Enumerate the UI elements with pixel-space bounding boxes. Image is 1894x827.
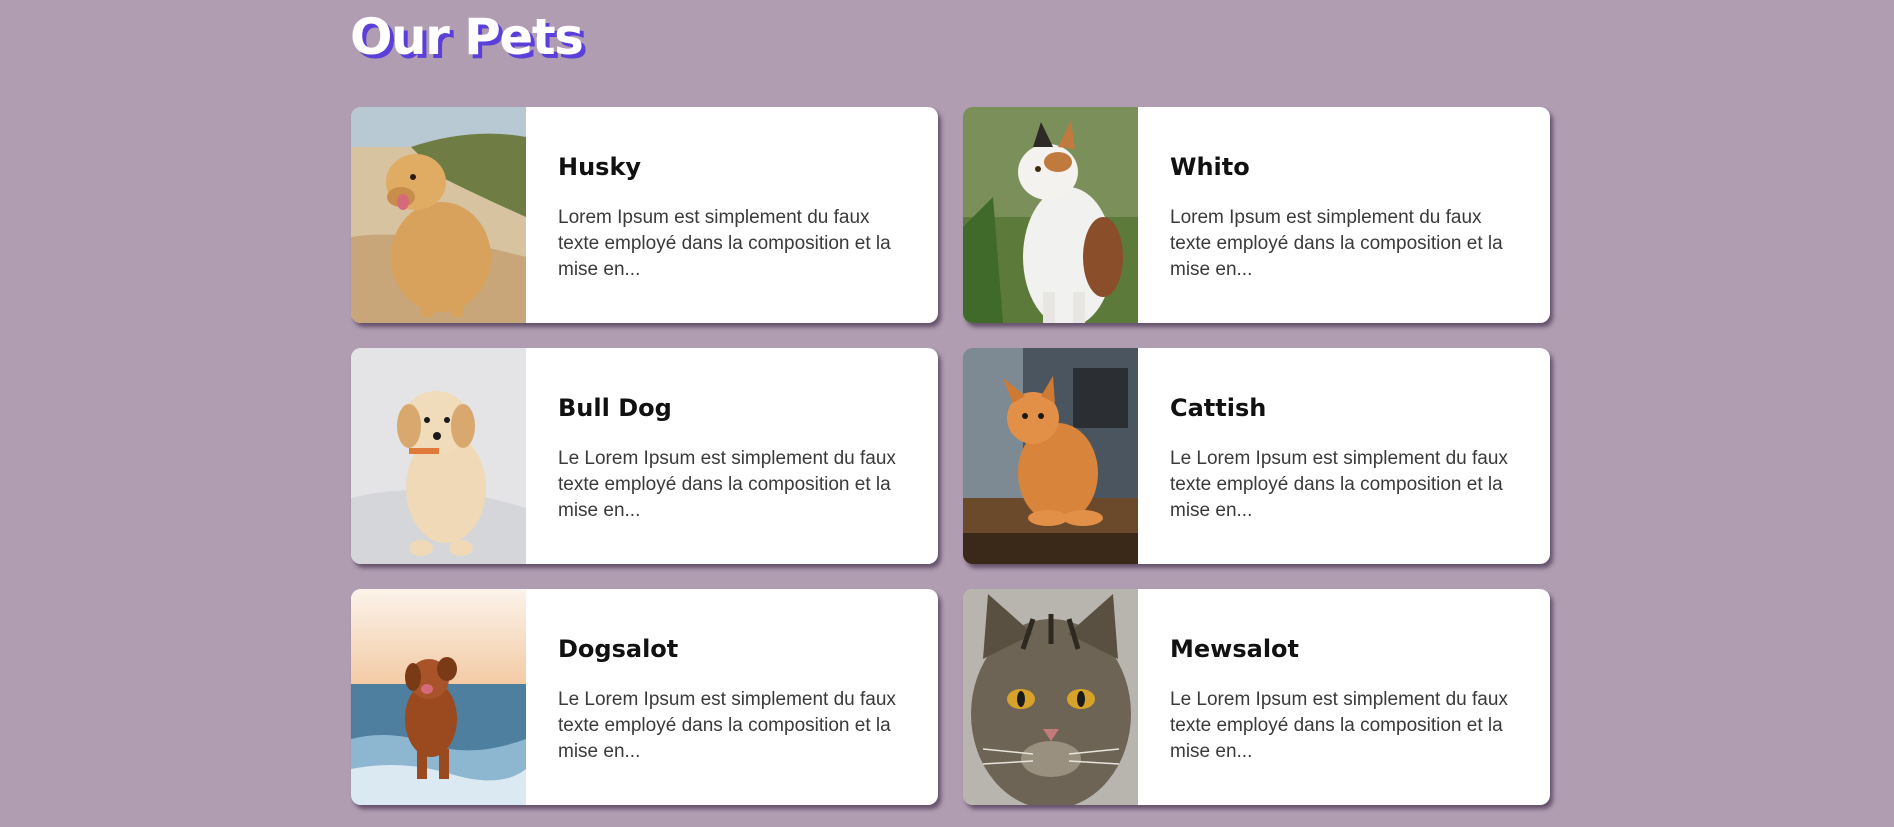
pet-name: Dogsalot — [558, 635, 679, 663]
pet-card-dogsalot[interactable]: Dogsalot Le Lorem Ipsum est simplement d… — [351, 589, 938, 805]
pet-card-body: Husky Lorem Ipsum est simplement du faux… — [526, 107, 938, 323]
fluffy-puppy-on-sheet-photo — [351, 348, 526, 564]
pet-photo — [351, 107, 526, 323]
pet-name: Husky — [558, 153, 642, 181]
pet-name: Cattish — [1170, 394, 1267, 422]
pet-description: Lorem Ipsum est simplement du faux texte… — [558, 207, 891, 280]
pet-card-bull-dog[interactable]: Bull Dog Le Lorem Ipsum est simplement d… — [351, 348, 938, 564]
pet-photo — [351, 589, 526, 805]
calico-cat-in-grass-photo — [963, 107, 1138, 323]
pet-card-husky[interactable]: Husky Lorem Ipsum est simplement du faux… — [351, 107, 938, 323]
pet-card-whito[interactable]: Whito Lorem Ipsum est simplement du faux… — [963, 107, 1550, 323]
pet-card-body: Mewsalot Le Lorem Ipsum est simplement d… — [1138, 589, 1550, 805]
pet-photo — [351, 348, 526, 564]
pet-description: Le Lorem Ipsum est simplement du faux te… — [558, 689, 896, 762]
page: Our Pets Husky Lorem Ipsum est simplemen… — [0, 0, 1894, 827]
pet-name: Whito — [1170, 153, 1250, 181]
pet-card-mewsalot[interactable]: Mewsalot Le Lorem Ipsum est simplement d… — [963, 589, 1550, 805]
pet-name: Mewsalot — [1170, 635, 1299, 663]
pet-card-body: Cattish Le Lorem Ipsum est simplement du… — [1138, 348, 1550, 564]
pet-description: Le Lorem Ipsum est simplement du faux te… — [1170, 448, 1508, 521]
pet-grid: Husky Lorem Ipsum est simplement du faux… — [351, 107, 1550, 805]
page-title: Our Pets — [350, 8, 584, 66]
pet-photo — [963, 348, 1138, 564]
pet-card-body: Dogsalot Le Lorem Ipsum est simplement d… — [526, 589, 938, 805]
pet-description: Le Lorem Ipsum est simplement du faux te… — [1170, 689, 1508, 762]
dog-running-in-waves-photo — [351, 589, 526, 805]
grumpy-tabby-cat-closeup-photo — [963, 589, 1138, 805]
pet-photo — [963, 589, 1138, 805]
pet-description: Lorem Ipsum est simplement du faux texte… — [1170, 207, 1503, 280]
pet-name: Bull Dog — [558, 394, 672, 422]
pet-card-body: Bull Dog Le Lorem Ipsum est simplement d… — [526, 348, 938, 564]
pet-photo — [963, 107, 1138, 323]
pet-card-body: Whito Lorem Ipsum est simplement du faux… — [1138, 107, 1550, 323]
pet-card-cattish[interactable]: Cattish Le Lorem Ipsum est simplement du… — [963, 348, 1550, 564]
orange-tabby-cat-on-table-photo — [963, 348, 1138, 564]
golden-retriever-on-beach-photo — [351, 107, 526, 323]
pet-description: Le Lorem Ipsum est simplement du faux te… — [558, 448, 896, 521]
